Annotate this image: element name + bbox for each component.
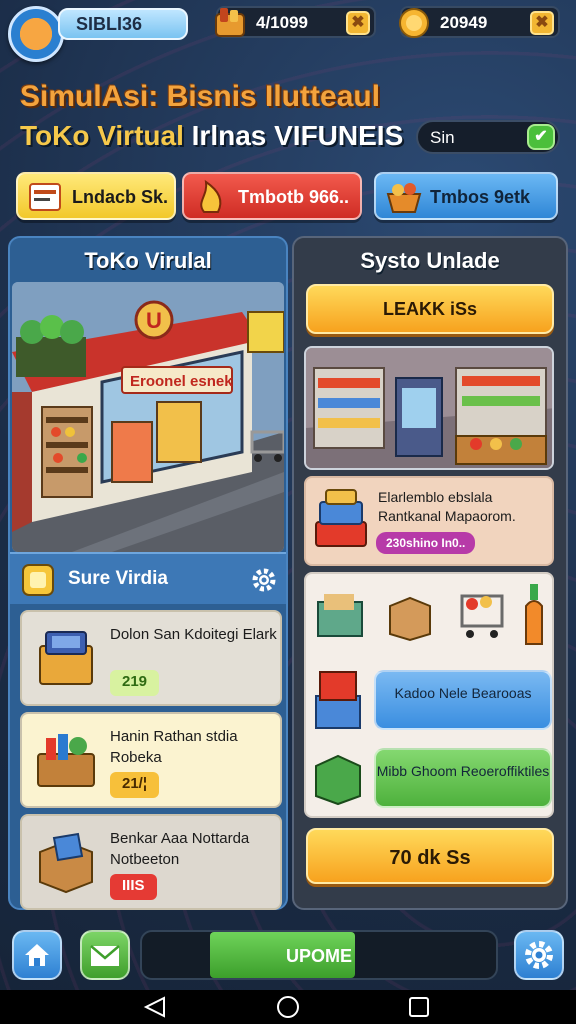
product-box-icon (39, 631, 93, 685)
back-icon[interactable] (142, 996, 168, 1018)
open-box-icon[interactable] (384, 592, 436, 642)
resource-gold: 20949 ✖ (399, 6, 560, 38)
box-stack-icon[interactable] (312, 666, 364, 732)
upgrade-button[interactable]: LEAKK iSs (306, 284, 554, 334)
tab-food[interactable]: Tmbos 9etk (374, 172, 558, 220)
item-title: Dolon San Kdoitegi Elark (110, 626, 277, 643)
resource-gold-value: 20949 (440, 13, 488, 32)
promo-text: Elarlemblo ebslala Rantkanal Mapaorom. (378, 489, 516, 524)
subtitle-highlight: ToKo Virtual (20, 120, 184, 151)
grocery-crate-icon (37, 734, 95, 787)
promo-card[interactable]: Elarlemblo ebslala Rantkanal Mapaorom. 2… (304, 476, 554, 566)
grid-button-blue[interactable]: Kadoo Nele Bearooas (374, 670, 552, 730)
store-sub-title: Sure Virdia (68, 568, 168, 589)
tab-shop-label: Lndacb Sk. (72, 187, 169, 207)
item-price-badge: 21/¦ (110, 772, 160, 798)
tab-shop[interactable]: Lndacb Sk. (16, 172, 176, 220)
sound-toggle[interactable]: Sin ✔ (416, 120, 560, 154)
list-item[interactable]: Dolon San Kdoitegi Elark 219 (20, 610, 282, 706)
tab-food-label: Tmbos 9etk (430, 187, 531, 207)
store-panel-title: ToKo Virulal (84, 248, 212, 273)
gear-icon (525, 941, 553, 969)
resource-wood-value: 4/1099 (256, 13, 308, 32)
game-subtitle: ToKo Virtual Irlnas VIFUNEIS (20, 120, 403, 152)
timer-button[interactable]: 70 dk Ss (306, 828, 554, 884)
list-item[interactable]: Benkar Aaa Nottarda Notbeeton IIIS (20, 814, 282, 910)
grid-button-green[interactable]: Mibb Ghoom Reoeroffiktiles (374, 748, 552, 808)
stacked-boxes-icon (315, 489, 367, 547)
bottle-icon[interactable] (520, 582, 548, 648)
resource-wood: 4/1099 ✖ (215, 6, 376, 38)
fire-icon (200, 179, 222, 213)
mail-icon (90, 945, 120, 966)
store-badge-icon (22, 564, 54, 596)
game-title: SimulAsi: Bisnis Ilutteaul (20, 80, 381, 113)
gear-icon[interactable] (252, 568, 276, 592)
add-gold-button[interactable]: ✖ (530, 11, 554, 35)
system-nav-bar (0, 990, 576, 1024)
list-item[interactable]: Hanin Rathan stdia Robeka 21/¦ (20, 712, 282, 808)
home-icon (25, 944, 49, 966)
item-title: Benkar Aaa Nottarda Notbeeton (110, 830, 250, 868)
recents-icon[interactable] (408, 996, 430, 1018)
package-icon (39, 832, 93, 894)
gold-coin-icon (399, 8, 429, 38)
crate-icon[interactable] (314, 590, 366, 642)
warehouse-illustration (306, 348, 552, 468)
player-name[interactable]: SIBLI36 (58, 8, 188, 40)
checkmark-icon: ✔ (527, 124, 555, 150)
store-illustration: Eroonel esnek U (12, 282, 284, 552)
warehouse-scene[interactable] (304, 346, 554, 470)
green-crate-icon[interactable] (312, 750, 364, 806)
mail-button[interactable] (80, 930, 130, 980)
cart-icon (29, 183, 61, 211)
svg-text:U: U (146, 308, 162, 333)
store-sign: Eroonel esnek (130, 373, 233, 390)
store-sub-bar: Sure Virdia (10, 552, 286, 604)
upgrade-progress-bar[interactable]: UPOME (140, 930, 498, 980)
home-button[interactable] (12, 930, 62, 980)
toggle-label: Sin (430, 128, 455, 147)
food-basket-icon (386, 183, 422, 213)
shopping-cart-icon[interactable] (456, 580, 508, 644)
item-price-badge: IIIS (110, 874, 157, 900)
item-price-badge: 219 (110, 670, 160, 696)
player-avatar[interactable] (8, 6, 64, 62)
settings-button[interactable] (514, 930, 564, 980)
subtitle-rest: Irlnas VIFUNEIS (183, 120, 404, 151)
home-circle-icon[interactable] (276, 995, 300, 1019)
wood-crate-icon (215, 8, 245, 37)
store-scene[interactable]: Eroonel esnek U (12, 282, 284, 552)
add-wood-button[interactable]: ✖ (346, 11, 370, 35)
tab-hot-label: Tmbotb 966.. (238, 187, 350, 207)
progress-label: UPOME (285, 946, 352, 966)
promo-badge: 230shino In0.. (376, 532, 476, 554)
system-panel-title: Systo Unlade (360, 248, 500, 273)
tab-hot[interactable]: Tmbotb 966.. (182, 172, 362, 220)
item-title: Hanin Rathan stdia Robeka (110, 728, 238, 766)
